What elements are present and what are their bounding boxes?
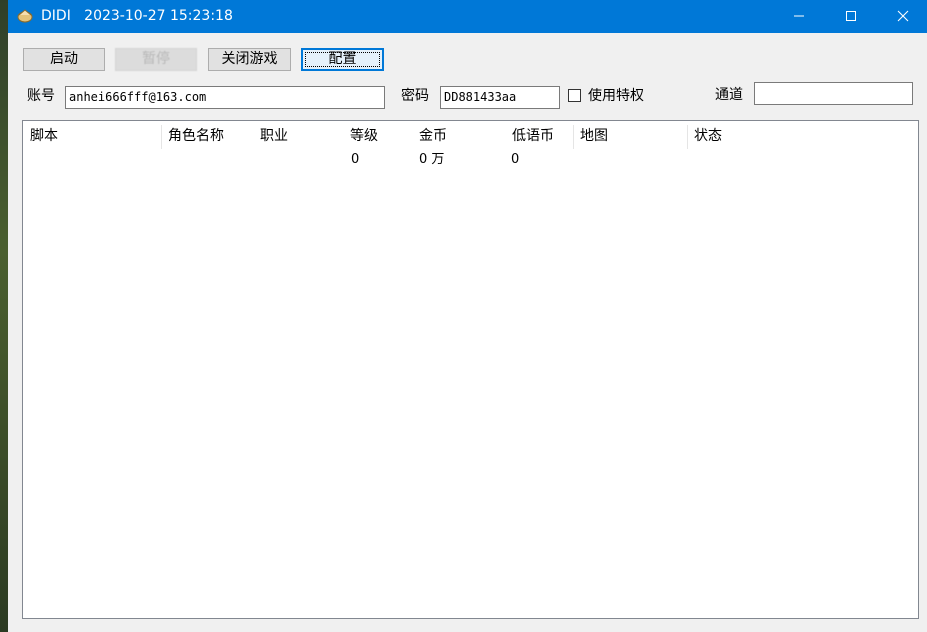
close-button[interactable]	[880, 0, 926, 31]
column-header-map[interactable]: 地图	[580, 127, 608, 145]
title-bar[interactable]: DIDI 2023-10-27 15:23:18	[8, 0, 927, 33]
channel-input[interactable]	[754, 82, 913, 105]
maximize-button[interactable]	[828, 0, 874, 31]
cell-level: 0	[351, 152, 360, 167]
minimize-icon	[794, 15, 804, 17]
maximize-icon	[846, 11, 856, 21]
main-window: DIDI 2023-10-27 15:23:18 启动 暂停 关闭游戏 配置 账…	[8, 0, 927, 632]
column-header-whisper-coin[interactable]: 低语币	[512, 127, 554, 145]
password-label: 密码	[401, 88, 429, 104]
config-button[interactable]: 配置	[301, 48, 384, 71]
column-header-role-name[interactable]: 角色名称	[168, 127, 224, 145]
column-header-gold[interactable]: 金币	[419, 127, 447, 145]
account-label: 账号	[27, 88, 55, 104]
desktop-background	[0, 0, 8, 632]
privilege-checkbox[interactable]	[568, 89, 581, 102]
channel-label: 通道	[715, 87, 743, 103]
account-input[interactable]: anhei666fff@163.com	[65, 86, 385, 109]
close-game-button[interactable]: 关闭游戏	[208, 48, 291, 71]
privilege-label[interactable]: 使用特权	[588, 87, 644, 105]
pause-button[interactable]: 暂停	[115, 48, 197, 71]
cell-gold: 0 万	[419, 152, 445, 167]
column-header-level[interactable]: 等级	[350, 127, 378, 145]
app-icon	[17, 9, 33, 23]
minimize-button[interactable]	[776, 0, 822, 31]
column-separator[interactable]	[573, 125, 574, 149]
column-separator[interactable]	[687, 125, 688, 149]
column-header-job[interactable]: 职业	[260, 127, 288, 145]
column-separator[interactable]	[161, 125, 162, 149]
start-button[interactable]: 启动	[23, 48, 105, 71]
column-header-script[interactable]: 脚本	[30, 127, 58, 145]
role-list[interactable]: 脚本 角色名称 职业 等级 金币 低语币 地图 状态 0 0 万 0	[22, 120, 919, 619]
cell-whisper-coin: 0	[511, 152, 520, 167]
password-input[interactable]: DD881433aa	[440, 86, 560, 109]
close-icon	[897, 10, 909, 22]
window-title: DIDI 2023-10-27 15:23:18	[41, 8, 233, 24]
column-header-status[interactable]: 状态	[694, 127, 722, 145]
